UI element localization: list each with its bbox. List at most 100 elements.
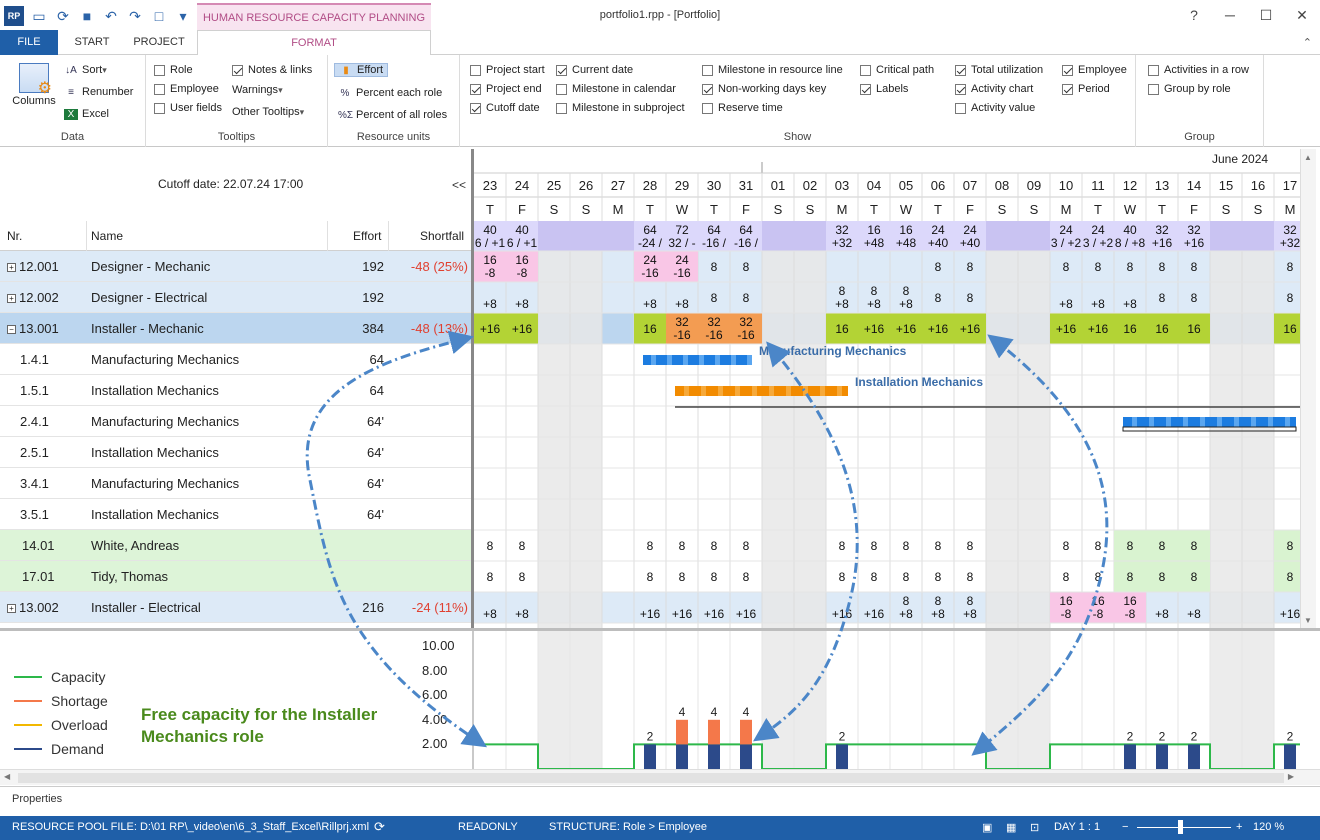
total-cell [986, 221, 1018, 251]
grid-view-icon[interactable]: ▦ [1006, 821, 1016, 834]
activities-in-row-checkbox[interactable]: Activities in a row [1148, 61, 1249, 79]
nonworking-key-checkbox[interactable]: Non-working days key [702, 80, 826, 98]
sync-icon[interactable]: ⟳ [374, 819, 385, 835]
renumber-button[interactable]: ≡ Renumber [64, 83, 133, 101]
columns-button[interactable]: Columns [10, 63, 58, 107]
scroll-thumb[interactable] [18, 773, 1284, 783]
total-utilization-checkbox[interactable]: Total utilization [955, 61, 1043, 79]
zoom-out-button[interactable]: − [1122, 821, 1128, 833]
scroll-down-icon[interactable]: ▼ [1304, 616, 1312, 625]
open-folder-icon[interactable]: ▭ [30, 7, 48, 25]
sort-button[interactable]: ↓A Sort [64, 61, 107, 79]
window-icon[interactable]: □ [150, 7, 168, 25]
warnings-dropdown[interactable]: Warnings [232, 81, 283, 99]
critical-path-checkbox[interactable]: Critical path [860, 61, 934, 79]
fit-icon[interactable]: ⊡ [1030, 821, 1039, 834]
table-row[interactable]: −13.001 Installer - Mechanic 384 -48 (13%) [0, 313, 472, 344]
table-row[interactable]: 1.4.1 Manufacturing Mechanics 64 [0, 344, 472, 375]
notes-links-checkbox[interactable]: Notes & links [232, 61, 312, 79]
histogram-weekend [986, 631, 1018, 769]
expand-icon[interactable]: + [7, 604, 16, 613]
refresh-icon[interactable]: ⟳ [54, 7, 72, 25]
role-checkbox[interactable]: Role [154, 61, 193, 79]
undo-icon[interactable]: ↶ [102, 7, 120, 25]
day-label: 29 [675, 178, 689, 193]
employee-tooltip-checkbox[interactable]: Employee [154, 80, 219, 98]
percent-each-role-button[interactable]: % Percent each role [338, 84, 443, 102]
scroll-left-icon[interactable]: ◀ [4, 772, 10, 781]
day-label: 09 [1027, 178, 1041, 193]
project-start-checkbox[interactable]: Project start [470, 61, 545, 79]
zoom-slider-thumb[interactable] [1178, 820, 1183, 834]
expand-icon[interactable]: + [7, 263, 16, 272]
horizontal-scrollbar[interactable]: ◀ ▶ [0, 769, 1320, 785]
data-label: 4 [711, 705, 718, 719]
structure-status: STRUCTURE: Role > Employee [549, 821, 708, 833]
period-checkbox[interactable]: Period [1062, 80, 1110, 98]
current-date-checkbox[interactable]: Current date [556, 61, 633, 79]
milestone-calendar-checkbox[interactable]: Milestone in calendar [556, 80, 676, 98]
collapse-table-button[interactable]: << [452, 178, 466, 192]
milestone-subproject-checkbox[interactable]: Milestone in subproject [556, 99, 685, 117]
table-row[interactable]: 2.4.1 Manufacturing Mechanics 64' [0, 406, 472, 437]
minimize-button[interactable]: ─ [1212, 0, 1248, 30]
other-tooltips-dropdown[interactable]: Other Tooltips [232, 103, 304, 121]
table-row[interactable]: +12.002 Designer - Electrical 192 [0, 282, 472, 313]
table-row[interactable]: 2.5.1 Installation Mechanics 64' [0, 437, 472, 468]
legend-demand: Demand [14, 741, 104, 757]
data-label: 4 [743, 705, 750, 719]
milestone-resource-checkbox[interactable]: Milestone in resource line [702, 61, 843, 79]
scroll-up-icon[interactable]: ▲ [1304, 153, 1312, 162]
zoom-slider[interactable] [1137, 827, 1231, 828]
employee-show-checkbox[interactable]: Employee [1062, 61, 1127, 79]
reserve-time-checkbox[interactable]: Reserve time [702, 99, 783, 117]
sort-label: Sort [82, 64, 103, 76]
labels-checkbox[interactable]: Labels [860, 80, 908, 98]
table-row[interactable]: 14.01 White, Andreas [0, 530, 472, 561]
view-icon[interactable]: ▣ [982, 821, 992, 834]
zoom-in-button[interactable]: + [1236, 821, 1242, 833]
activity-bar-stripe [651, 355, 656, 365]
table-row[interactable]: 3.4.1 Manufacturing Mechanics 64' [0, 468, 472, 499]
col-header-shortfall[interactable]: Shortfall [420, 229, 464, 243]
table-row[interactable]: +13.002 Installer - Electrical 216 -24 (11%… [0, 592, 472, 623]
expand-icon[interactable]: + [7, 294, 16, 303]
role-label: Role [170, 64, 193, 76]
resource-pool-file: RESOURCE POOL FILE: D:\01 RP\_video\en\6… [12, 821, 370, 833]
effort-button[interactable]: ▮ Effort [334, 61, 389, 79]
vertical-scrollbar[interactable]: ▲ ▼ [1300, 149, 1316, 629]
close-button[interactable]: ✕ [1284, 0, 1320, 30]
tab-start[interactable]: START [66, 30, 118, 55]
customize-qat-icon[interactable]: ▾ [174, 7, 192, 25]
project-end-checkbox[interactable]: Project end [470, 80, 542, 98]
percent-all-roles-button[interactable]: %Σ Percent of all roles [338, 106, 447, 124]
expand-icon[interactable]: − [7, 325, 16, 334]
tab-project[interactable]: PROJECT [128, 30, 190, 55]
activity-chart-checkbox[interactable]: Activity chart [955, 80, 1033, 98]
redo-icon[interactable]: ↷ [126, 7, 144, 25]
tab-format[interactable]: FORMAT [197, 30, 431, 56]
col-header-nr[interactable]: Nr. [7, 229, 22, 243]
col-header-name[interactable]: Name [91, 229, 123, 243]
save-icon[interactable]: ■ [78, 7, 96, 25]
tab-file[interactable]: FILE [0, 30, 58, 55]
day-scale: DAY 1 : 1 [1054, 821, 1101, 833]
row-nr: +12.001 [7, 259, 59, 274]
table-row[interactable]: 17.01 Tidy, Thomas [0, 561, 472, 592]
excel-button[interactable]: X Excel [64, 105, 109, 123]
maximize-button[interactable]: ☐ [1248, 0, 1284, 30]
cell-delta: +8 [1091, 297, 1105, 311]
activity-value-checkbox[interactable]: Activity value [955, 99, 1035, 117]
effort-label: Effort [357, 64, 384, 76]
user-fields-checkbox[interactable]: User fields [154, 99, 222, 117]
table-row[interactable]: 1.5.1 Installation Mechanics 64 [0, 375, 472, 406]
table-row[interactable]: 3.5.1 Installation Mechanics 64' [0, 499, 472, 530]
cutoff-date-checkbox[interactable]: Cutoff date [470, 99, 540, 117]
collapse-ribbon-icon[interactable]: ⌃ [1303, 36, 1312, 49]
help-icon[interactable]: ? [1176, 0, 1212, 30]
table-row[interactable]: +12.001 Designer - Mechanic 192 -48 (25%) [0, 251, 472, 282]
col-header-effort[interactable]: Effort [353, 229, 381, 243]
properties-panel[interactable]: Properties [0, 786, 1320, 816]
scroll-right-icon[interactable]: ▶ [1288, 772, 1294, 781]
group-by-role-checkbox[interactable]: Group by role [1148, 80, 1231, 98]
